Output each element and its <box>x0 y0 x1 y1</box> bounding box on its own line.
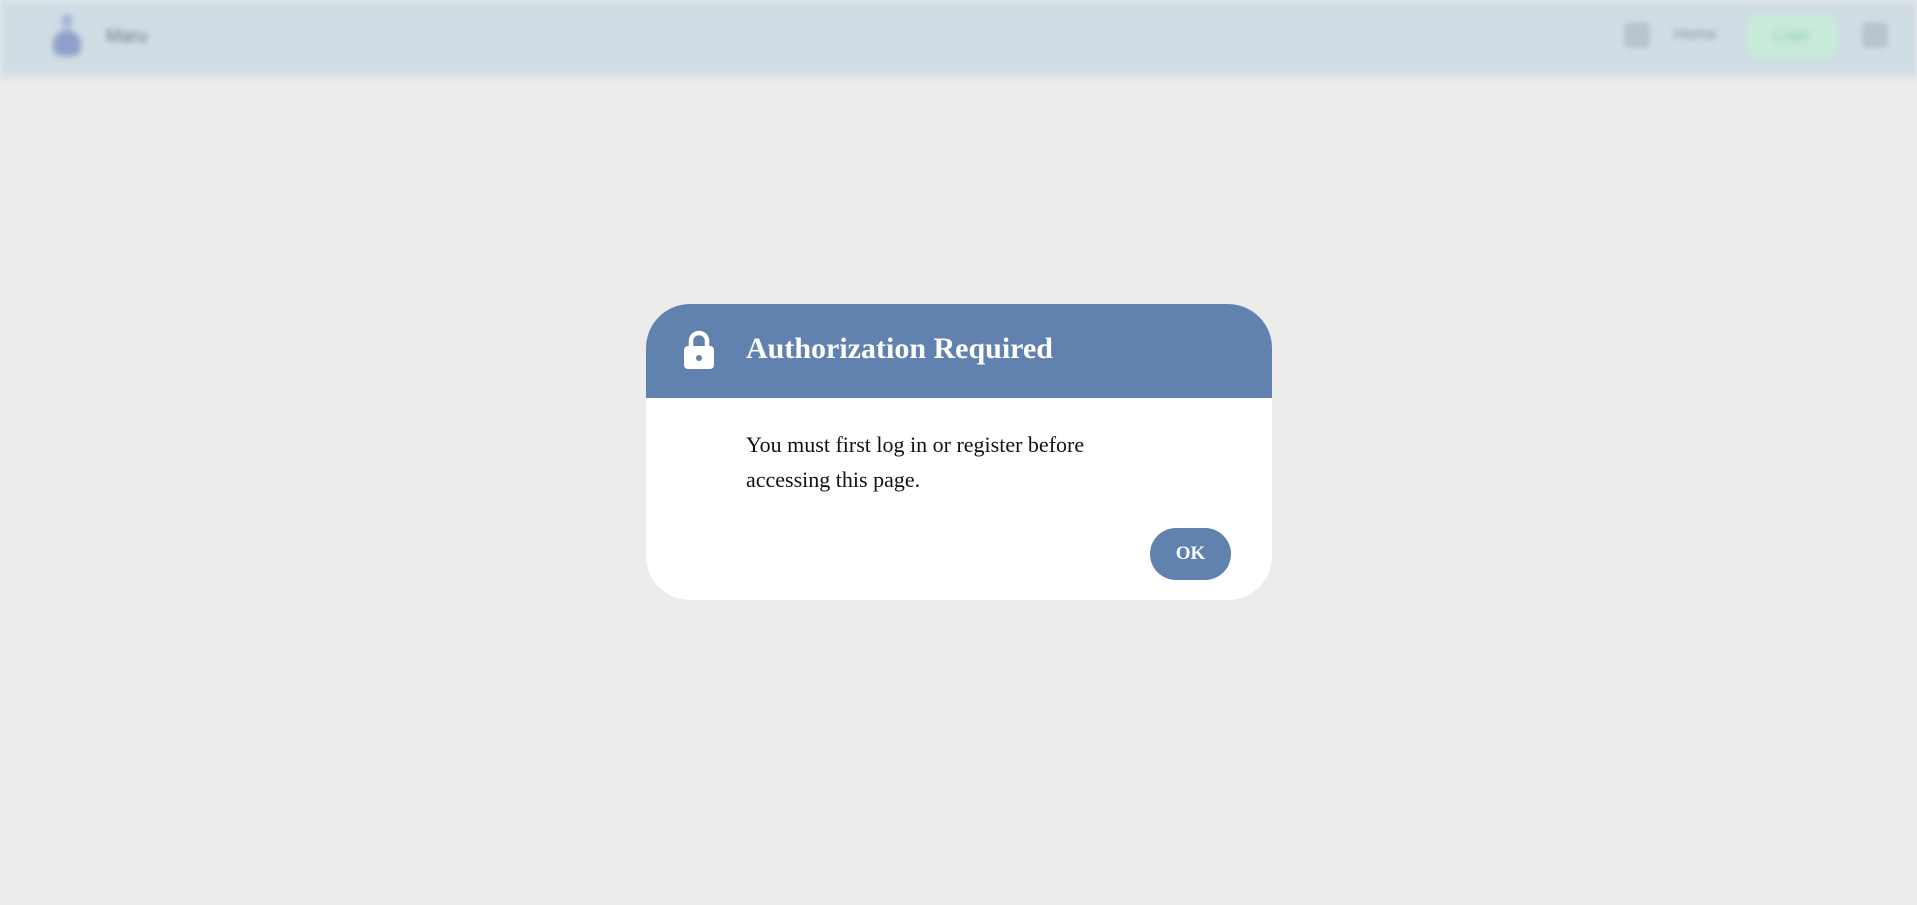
dialog-message: You must first log in or register before… <box>746 432 1085 492</box>
lock-icon <box>684 330 714 369</box>
page: Maru Home Login Authorization Required Y… <box>0 0 1917 905</box>
person-logo-icon <box>48 14 86 56</box>
authorization-dialog: Authorization Required You must first lo… <box>646 304 1272 600</box>
menu-icon <box>1862 22 1888 48</box>
search-icon <box>1624 22 1650 48</box>
login-button-label: Login <box>1773 27 1811 44</box>
dialog-header: Authorization Required <box>646 304 1272 398</box>
brand-name: Maru <box>106 26 148 46</box>
login-button: Login <box>1746 14 1838 58</box>
nav-link-home: Home <box>1674 26 1717 43</box>
ok-button[interactable]: OK <box>1150 528 1231 580</box>
dialog-title: Authorization Required <box>746 332 1053 365</box>
header-shadow <box>0 76 1917 86</box>
